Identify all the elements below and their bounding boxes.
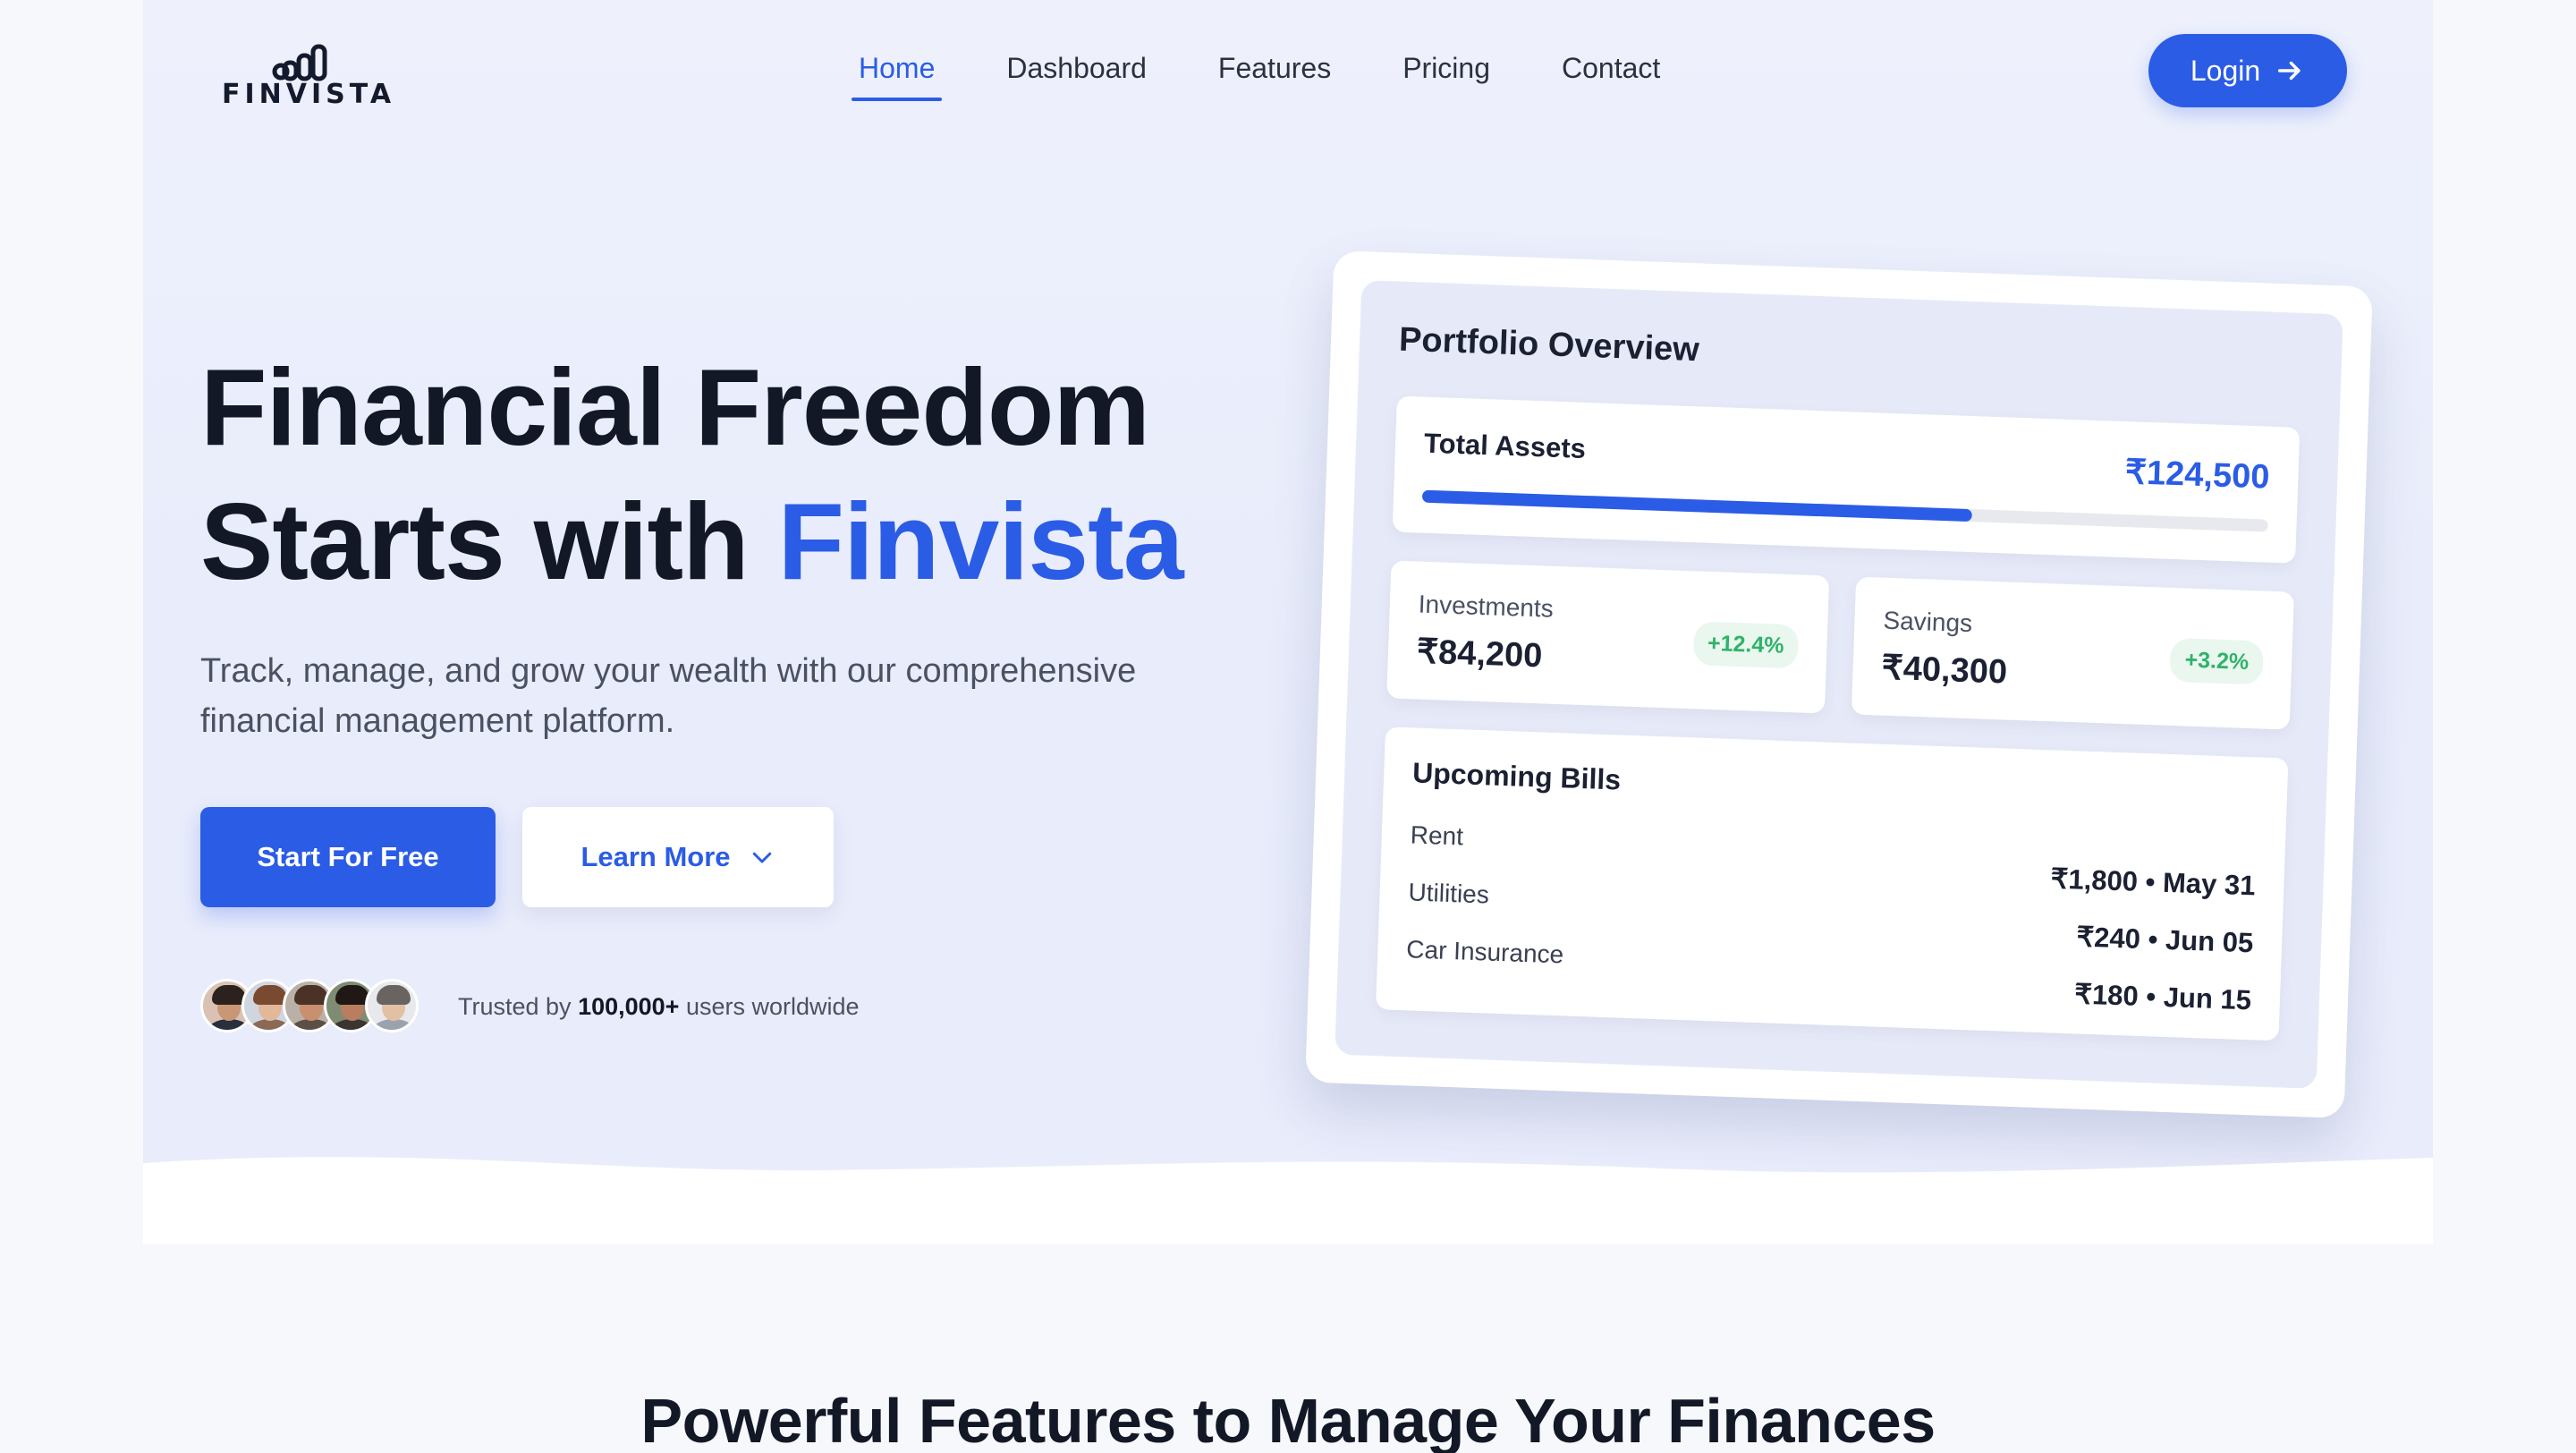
savings-label: Savings: [1882, 606, 1973, 638]
login-button[interactable]: Login: [2148, 34, 2347, 107]
chevron-down-icon: [752, 852, 771, 863]
savings-change-badge: +3.2%: [2169, 637, 2264, 685]
savings-value: ₹40,300: [1880, 649, 2008, 692]
hero-title: Financial Freedom Starts with Finvista: [200, 340, 1184, 608]
logo-text: FINVISTA: [222, 79, 396, 110]
total-assets-progress-fill: [1421, 489, 1972, 523]
total-assets-progress: [1421, 489, 2268, 532]
upcoming-bills-tile: Upcoming Bills Rent ₹1,800 • May 31 Util…: [1376, 726, 2289, 1041]
hero-title-accent: Finvista: [777, 480, 1184, 602]
user-avatars: [200, 979, 419, 1032]
bill-amount: ₹1,800 • May 31: [2050, 862, 2257, 902]
trusted-suffix: users worldwide: [679, 993, 860, 1020]
nav-contact[interactable]: Contact: [1562, 47, 1660, 101]
nav-pricing[interactable]: Pricing: [1402, 47, 1490, 101]
avatar: [365, 979, 419, 1032]
arrow-right-icon: [2278, 61, 2301, 81]
savings-tile: Savings ₹40,300 +3.2%: [1851, 576, 2294, 730]
nav-features[interactable]: Features: [1218, 47, 1331, 101]
bill-name: Rent: [1410, 820, 1464, 851]
investments-change-badge: +12.4%: [1692, 621, 1800, 669]
bill-row: Rent ₹1,800 • May 31: [1410, 820, 2257, 901]
hero-subtitle: Track, manage, and grow your wealth with…: [200, 652, 1137, 740]
upcoming-bills-title: Upcoming Bills: [1411, 756, 1622, 796]
login-label: Login: [2190, 54, 2261, 87]
nav-dashboard[interactable]: Dashboard: [1006, 47, 1147, 101]
bill-amount: ₹180 • Jun 15: [2073, 978, 2252, 1016]
features-heading: Powerful Features to Manage Your Finance…: [640, 1386, 1936, 1453]
bill-name: Car Insurance: [1405, 935, 1564, 969]
nav-home[interactable]: Home: [851, 47, 943, 101]
main-nav: Home Dashboard Features Pricing Contact: [851, 47, 1732, 101]
hero-section: FINVISTA Home Dashboard Features Pricing…: [143, 0, 2433, 1244]
wave-divider: [143, 1157, 2433, 1244]
investments-tile: Investments ₹84,200 +12.4%: [1386, 560, 1830, 714]
total-assets-value: ₹124,500: [2124, 454, 2271, 497]
hero-title-line2: Starts with Finvista: [200, 474, 1184, 608]
trusted-text: Trusted by 100,000+ users worldwide: [458, 993, 860, 1021]
trusted-prefix: Trusted by: [458, 993, 579, 1020]
total-assets-label: Total Assets: [1423, 427, 1587, 464]
learn-more-label: Learn More: [580, 841, 731, 872]
trusted-count: 100,000+: [578, 993, 680, 1020]
investments-label: Investments: [1418, 590, 1555, 623]
start-for-free-button[interactable]: Start For Free: [200, 807, 496, 907]
learn-more-button[interactable]: Learn More: [522, 807, 834, 907]
bill-amount: ₹240 • Jun 05: [2075, 921, 2254, 959]
hero-title-prefix: Starts with: [200, 480, 778, 602]
investments-value: ₹84,200: [1416, 633, 1544, 676]
portfolio-card: Portfolio Overview Total Assets ₹124,500…: [1305, 251, 2373, 1118]
bill-name: Utilities: [1408, 878, 1490, 909]
hero-title-line1: Financial Freedom: [200, 346, 1150, 468]
